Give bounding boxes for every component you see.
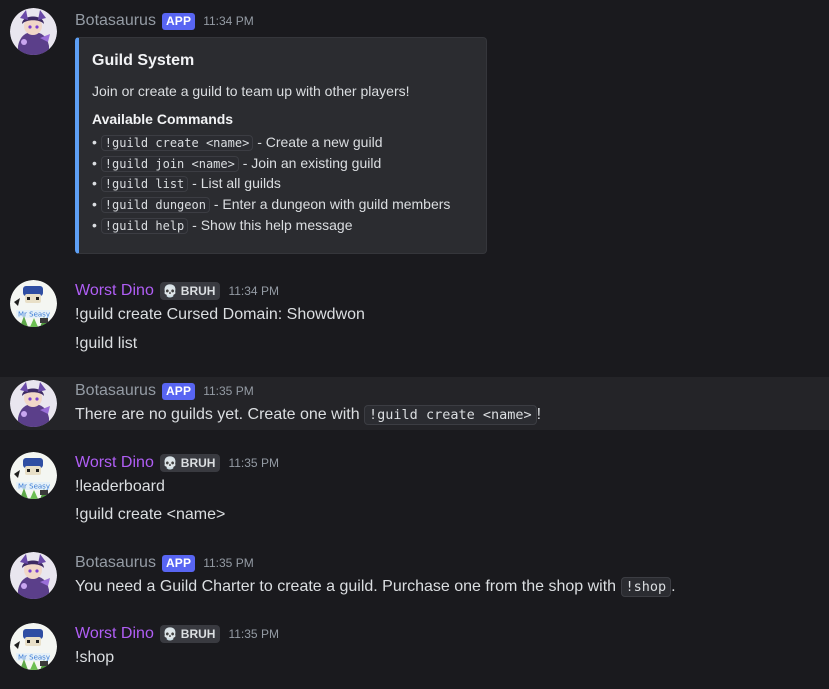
timestamp[interactable]: 11:35 PM bbox=[203, 552, 253, 574]
bullet: • bbox=[92, 175, 97, 192]
message-header: Worst Dino 💀 BRUH 11:34 PM bbox=[75, 280, 279, 302]
app-badge: APP bbox=[161, 12, 196, 30]
bullet: • bbox=[92, 196, 97, 213]
message-text: There are no guilds yet. Create one with bbox=[75, 406, 365, 423]
message-content: !shop bbox=[75, 649, 115, 666]
guild-tag: 💀 BRUH bbox=[159, 282, 221, 300]
avatar[interactable] bbox=[10, 623, 57, 670]
avatar[interactable] bbox=[10, 280, 57, 327]
timestamp[interactable]: 11:34 PM bbox=[228, 280, 278, 302]
guild-tag: 💀 BRUH bbox=[159, 625, 221, 643]
message-content: !guild create Cursed Domain: Showdwon bbox=[75, 306, 365, 323]
timestamp[interactable]: 11:35 PM bbox=[228, 623, 278, 645]
app-badge: APP bbox=[161, 382, 196, 400]
message-group: Worst Dino 💀 BRUH 11:34 PM !guild create… bbox=[0, 270, 829, 370]
list-item: • !guild create <name> - Create a new gu… bbox=[92, 132, 450, 153]
command-code: !guild dungeon bbox=[100, 197, 210, 214]
avatar[interactable] bbox=[10, 380, 57, 427]
embed-description: Join or create a guild to team up with o… bbox=[92, 83, 410, 99]
username[interactable]: Worst Dino bbox=[75, 452, 154, 474]
list-item: • !guild join <name> - Join an existing … bbox=[92, 153, 450, 174]
guild-tag-label: BRUH bbox=[180, 284, 216, 298]
guild-tag-label: BRUH bbox=[180, 627, 216, 641]
username[interactable]: Worst Dino bbox=[75, 623, 154, 645]
message-content: You need a Guild Charter to create a gui… bbox=[75, 576, 676, 598]
message-group: Worst Dino 💀 BRUH 11:35 PM !shop bbox=[0, 613, 829, 683]
message-group: Botasaurus APP 11:35 PM You need a Guild… bbox=[0, 542, 829, 606]
message-content: !guild list bbox=[75, 335, 138, 352]
avatar[interactable] bbox=[10, 8, 57, 55]
command-code: !guild create <name> bbox=[100, 135, 254, 151]
message-header: Botasaurus APP 11:35 PM bbox=[75, 552, 254, 574]
message-header: Worst Dino 💀 BRUH 11:35 PM bbox=[75, 452, 279, 474]
bullet: • bbox=[92, 154, 97, 171]
command-description: - Create a new guild bbox=[257, 134, 383, 150]
username[interactable]: Botasaurus bbox=[75, 10, 156, 32]
username[interactable]: Botasaurus bbox=[75, 552, 156, 574]
bullet: • bbox=[92, 134, 97, 150]
command-code: !guild join <name> bbox=[100, 155, 239, 172]
message-group: Botasaurus APP 11:35 PM There are no gui… bbox=[0, 377, 829, 430]
username[interactable]: Botasaurus bbox=[75, 380, 156, 402]
message-text: . bbox=[671, 578, 676, 595]
message-content: !leaderboard bbox=[75, 478, 165, 495]
message-header: Botasaurus APP 11:34 PM bbox=[75, 10, 254, 32]
guild-tag-label: BRUH bbox=[180, 456, 216, 470]
message-group: Botasaurus APP 11:34 PM Guild System Joi… bbox=[0, 0, 829, 264]
command-list: • !guild create <name> - Create a new gu… bbox=[92, 132, 450, 235]
command-code: !guild create <name> bbox=[364, 405, 537, 425]
message-group: Worst Dino 💀 BRUH 11:35 PM !leaderboard … bbox=[0, 442, 829, 532]
message-content: There are no guilds yet. Create one with… bbox=[75, 404, 541, 426]
bullet: • bbox=[92, 216, 97, 233]
command-description: - Show this help message bbox=[192, 216, 353, 233]
message-header: Botasaurus APP 11:35 PM bbox=[75, 380, 254, 402]
username[interactable]: Worst Dino bbox=[75, 280, 154, 302]
timestamp[interactable]: 11:35 PM bbox=[228, 452, 278, 474]
skull-icon: 💀 bbox=[162, 284, 178, 298]
message-header: Worst Dino 💀 BRUH 11:35 PM bbox=[75, 623, 279, 645]
embed: Guild System Join or create a guild to t… bbox=[75, 37, 487, 254]
command-description: - Enter a dungeon with guild members bbox=[213, 196, 451, 213]
command-code: !guild list bbox=[100, 176, 189, 193]
command-description: - Join an existing guild bbox=[242, 154, 382, 171]
skull-icon: 💀 bbox=[162, 627, 178, 641]
timestamp[interactable]: 11:34 PM bbox=[203, 10, 253, 32]
app-badge: APP bbox=[161, 554, 196, 572]
guild-tag: 💀 BRUH bbox=[159, 454, 221, 472]
avatar[interactable] bbox=[10, 552, 57, 599]
message-text: ! bbox=[536, 406, 542, 423]
command-code: !guild help bbox=[100, 217, 189, 234]
skull-icon: 💀 bbox=[162, 456, 178, 470]
timestamp[interactable]: 11:35 PM bbox=[203, 380, 253, 402]
command-code: !shop bbox=[620, 577, 672, 597]
list-item: • !guild list - List all guilds bbox=[92, 173, 450, 194]
command-description: - List all guilds bbox=[192, 175, 281, 192]
message-text: You need a Guild Charter to create a gui… bbox=[75, 578, 621, 595]
message-content: !guild create <name> bbox=[75, 506, 226, 523]
avatar[interactable] bbox=[10, 452, 57, 499]
list-item: • !guild dungeon - Enter a dungeon with … bbox=[92, 194, 450, 215]
embed-title: Guild System bbox=[92, 52, 195, 69]
list-item: • !guild help - Show this help message bbox=[92, 215, 450, 236]
embed-field-name: Available Commands bbox=[92, 111, 234, 127]
